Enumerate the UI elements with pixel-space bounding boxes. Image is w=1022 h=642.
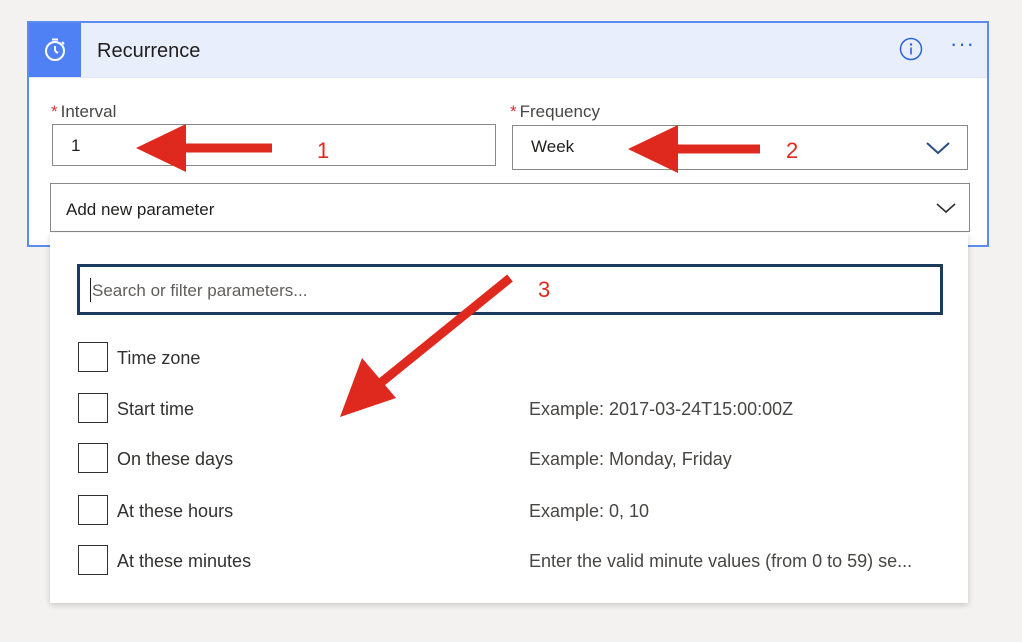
parameter-hint: Enter the valid minute values (from 0 to… [529, 551, 913, 571]
chevron-down-icon [926, 142, 950, 155]
info-icon[interactable] [899, 37, 923, 61]
parameter-label: Time zone [117, 348, 201, 368]
frequency-value: Week [531, 137, 575, 156]
recurrence-card: Recurrence ··· * Interval 1 * Frequency We… [27, 21, 989, 247]
frequency-label-text: Frequency [519, 102, 600, 121]
required-mark: * [510, 102, 517, 121]
add-parameter-label: Add new parameter [66, 200, 215, 219]
add-new-parameter-dropdown[interactable]: Add new parameter [50, 183, 970, 232]
more-options-icon[interactable]: ··· [950, 31, 975, 57]
annotation-number-1: 1 [317, 138, 330, 163]
parameter-label: Start time [117, 399, 195, 419]
parameter-label: At these hours [117, 501, 234, 521]
frequency-label: * Frequency [510, 102, 600, 122]
interval-input[interactable]: 1 [52, 124, 496, 166]
parameter-label: At these minutes [117, 551, 252, 571]
interval-label: * Interval [51, 102, 116, 122]
checkbox[interactable] [78, 393, 108, 423]
list-item[interactable]: Time zone [77, 342, 943, 374]
interval-value: 1 [71, 136, 81, 155]
parameter-hint: Example: Monday, Friday [529, 449, 732, 469]
annotation-number-2: 2 [786, 138, 799, 163]
checkbox[interactable] [78, 495, 108, 525]
checkbox[interactable] [78, 443, 108, 473]
list-item[interactable]: At these hours Example: 0, 10 [77, 495, 943, 527]
list-item[interactable]: Start time Example: 2017-03-24T15:00:00Z [77, 393, 943, 425]
search-input[interactable] [90, 275, 934, 307]
checkbox[interactable] [78, 342, 108, 372]
parameter-label: On these days [117, 449, 234, 469]
alarm-clock-icon [29, 23, 81, 77]
annotation-number-3: 3 [538, 277, 551, 302]
checkbox[interactable] [78, 545, 108, 575]
search-box[interactable] [77, 264, 943, 315]
list-item[interactable]: On these days Example: Monday, Friday [77, 443, 943, 475]
frequency-select[interactable]: Week [512, 125, 968, 170]
card-header[interactable]: Recurrence ··· [29, 23, 987, 78]
required-mark: * [51, 102, 58, 121]
parameter-hint: Example: 0, 10 [529, 501, 650, 521]
parameter-dropdown-panel: Time zone Start time Example: 2017-03-24… [50, 233, 968, 603]
list-item[interactable]: At these minutes Enter the valid minute … [77, 545, 943, 577]
card-title: Recurrence [97, 40, 201, 62]
interval-label-text: Interval [60, 102, 117, 121]
parameter-hint: Example: 2017-03-24T15:00:00Z [529, 399, 794, 419]
chevron-down-icon [936, 203, 956, 214]
